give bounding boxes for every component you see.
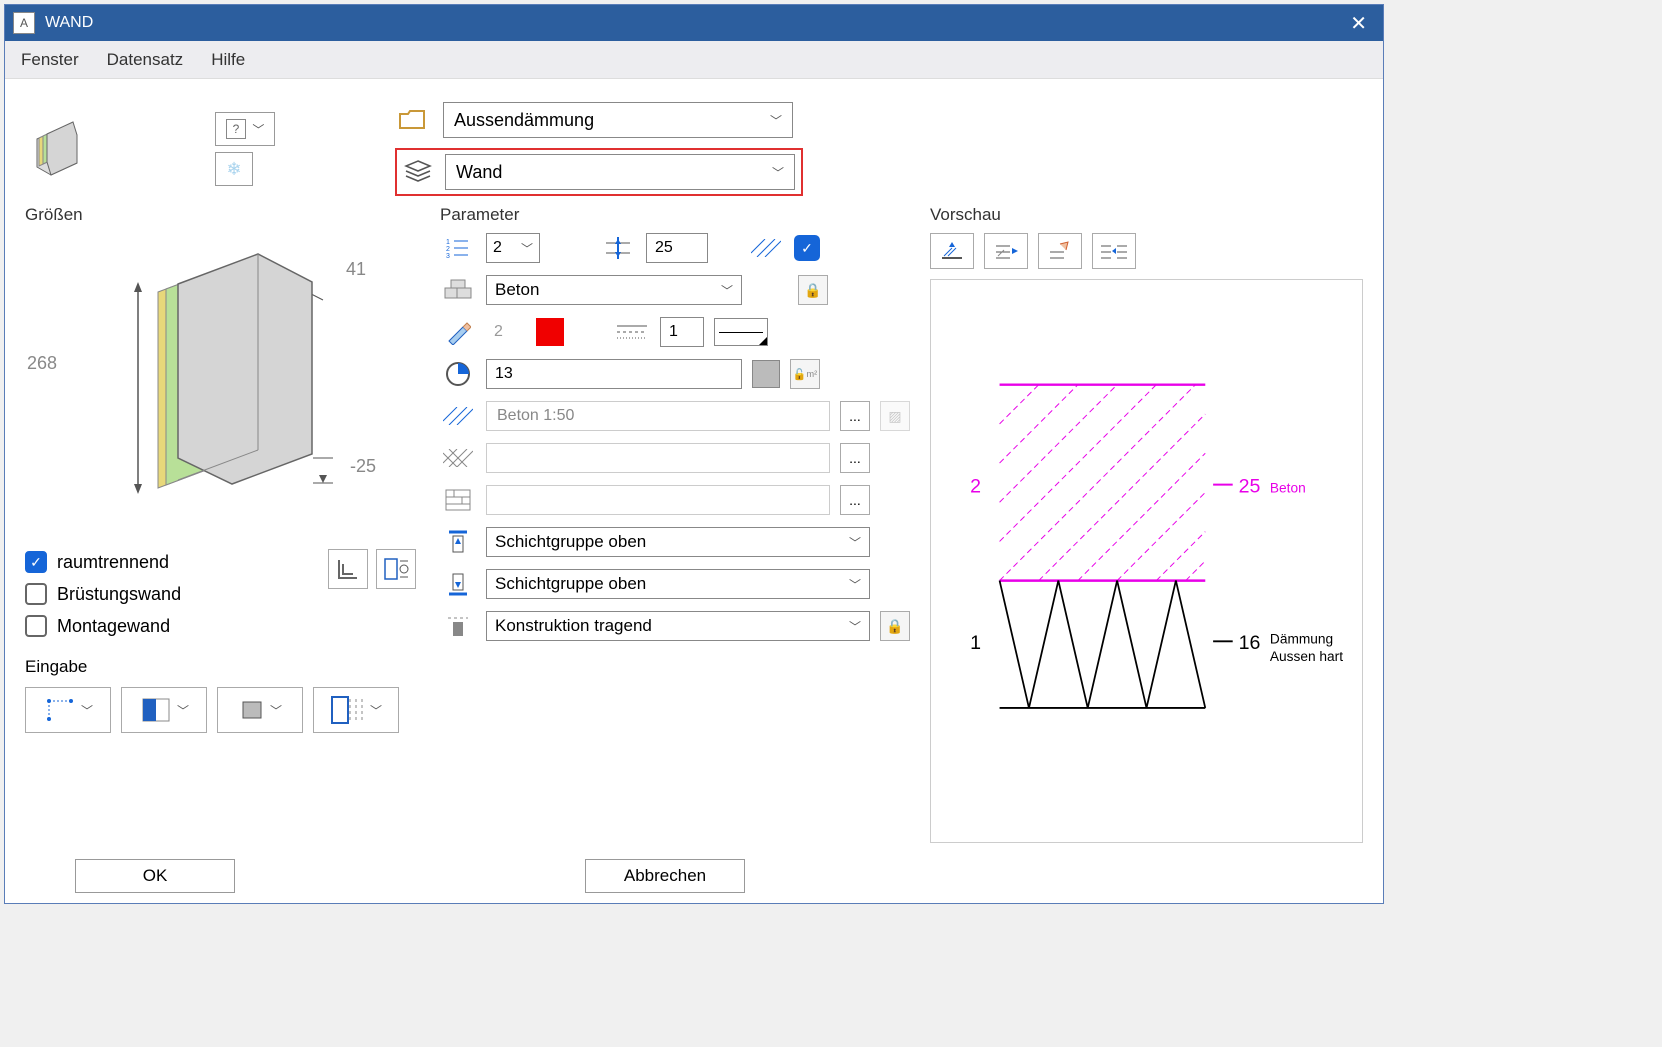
pen-icon (440, 317, 476, 347)
preview-layer2-material: Beton (1270, 480, 1306, 495)
catalog-selector[interactable]: Aussendämmung ﹀ (443, 102, 793, 138)
parameter-panel: Parameter 123 2﹀ 25 ✓ Beton﹀ 🔒 2 (440, 205, 910, 843)
pattern-icon (440, 485, 476, 515)
hatch1-field[interactable]: Beton 1:50 (486, 401, 830, 431)
group-top-select[interactable]: Schichtgruppe oben﹀ (486, 527, 870, 557)
input-mode-points[interactable]: ﹀ (25, 687, 111, 733)
input-mode-axis[interactable]: ﹀ (121, 687, 207, 733)
pattern-field[interactable] (486, 485, 830, 515)
preview-layer2-num: 2 (970, 475, 981, 497)
sizes-panel: Größen 268 41 -25 (25, 205, 420, 843)
group-bottom-select[interactable]: Schichtgruppe oben﹀ (486, 569, 870, 599)
preview-title: Vorschau (930, 205, 1363, 225)
lineweight-icon (614, 317, 650, 347)
app-icon: A (13, 12, 35, 34)
hatch-enable-checkbox[interactable]: ✓ (794, 235, 820, 261)
preview-layer1-material-l1: Dämmung (1270, 631, 1333, 646)
hatch2-field[interactable] (486, 443, 830, 473)
titlebar: A WAND ✕ (5, 5, 1383, 41)
dim-top: 41 (346, 259, 366, 280)
hatch-enable-icon (748, 233, 784, 263)
catalog-value: Aussendämmung (454, 110, 594, 131)
thickness-icon (600, 233, 636, 263)
preview-panel: Vorschau (930, 205, 1363, 843)
check-parapet[interactable] (25, 583, 47, 605)
pen-number: 2 (486, 317, 526, 347)
construction-lock[interactable]: 🔒 (880, 611, 910, 641)
svg-text:1: 1 (446, 239, 450, 246)
parameter-title: Parameter (440, 205, 910, 225)
label-parapet: Brüstungswand (57, 584, 181, 605)
favorites-dropdown[interactable]: ? ﹀ (215, 112, 275, 146)
group-top-icon (440, 527, 476, 557)
construction-icon (440, 611, 476, 641)
preview-mode-2[interactable] (984, 233, 1028, 269)
input-mode-fill[interactable]: ﹀ (217, 687, 303, 733)
element-value: Wand (456, 162, 502, 183)
lineweight-input[interactable]: 1 (660, 317, 704, 347)
dimension-mode-button[interactable] (376, 549, 416, 589)
hatch1-icon (440, 401, 476, 431)
check-mounting[interactable] (25, 615, 47, 637)
material-lock[interactable]: 🔒 (798, 275, 828, 305)
label-room-separating: raumtrennend (57, 552, 169, 573)
ok-button[interactable]: OK (75, 859, 235, 893)
menu-bar: Fenster Datensatz Hilfe (5, 41, 1383, 79)
input-mode-sections[interactable]: ﹀ (313, 687, 399, 733)
preview-canvas: 2 25 Beton 1 16 Dämmung Aussen hart (930, 279, 1363, 843)
wall-type-icon (29, 121, 85, 177)
svg-text:2: 2 (446, 246, 450, 253)
construction-select[interactable]: Konstruktion tragend﹀ (486, 611, 870, 641)
preview-layer1-thickness: 16 (1239, 632, 1261, 654)
input-title: Eingabe (25, 657, 420, 677)
preview-mode-3[interactable] (1038, 233, 1082, 269)
top-toolbar: ? ﹀ ❄ Aussendämmung ﹀ (29, 99, 1359, 199)
cancel-button[interactable]: Abbrechen (585, 859, 745, 893)
thickness-input[interactable]: 25 (646, 233, 708, 263)
label-mounting: Montagewand (57, 616, 170, 637)
preview-mode-4[interactable] (1092, 233, 1136, 269)
layer-count-icon: 123 (440, 233, 476, 263)
preview-layer2-thickness: 25 (1239, 475, 1261, 497)
fill-input[interactable]: 13 (486, 359, 742, 389)
preview-mode-1[interactable] (930, 233, 974, 269)
pen-color-swatch[interactable] (536, 318, 564, 346)
menu-datensatz[interactable]: Datensatz (107, 50, 184, 70)
close-button[interactable]: ✕ (1342, 11, 1375, 36)
menu-hilfe[interactable]: Hilfe (211, 50, 245, 70)
folder-icon (395, 102, 431, 138)
dim-bottom: -25 (350, 456, 376, 477)
size-diagram: 268 41 -25 (25, 233, 420, 533)
layer-count-select[interactable]: 2﹀ (486, 233, 540, 263)
element-selector[interactable]: Wand ﹀ (445, 154, 795, 190)
fill-icon (440, 359, 476, 389)
dim-height: 268 (27, 353, 57, 374)
svg-text:3: 3 (446, 253, 450, 260)
hatch-disabled-icon: ▨ (880, 401, 910, 431)
area-unit-button[interactable]: 🔓m² (790, 359, 820, 389)
hatch2-icon (440, 443, 476, 473)
group-bottom-icon (440, 569, 476, 599)
hatch2-browse[interactable]: ... (840, 443, 870, 473)
check-room-separating[interactable]: ✓ (25, 551, 47, 573)
layers-icon (403, 159, 433, 185)
dialog-window: A WAND ✕ Fenster Datensatz Hilfe ? ﹀ ❄ (4, 4, 1384, 904)
corner-mode-button[interactable] (328, 549, 368, 589)
hatch1-browse[interactable]: ... (840, 401, 870, 431)
fill-color-swatch[interactable] (752, 360, 780, 388)
window-title: WAND (45, 14, 1342, 32)
freeze-button[interactable]: ❄ (215, 152, 253, 186)
linetype-select[interactable] (714, 318, 768, 346)
preview-layer1-num: 1 (970, 632, 981, 654)
element-selector-highlight: Wand ﹀ (395, 148, 803, 196)
menu-fenster[interactable]: Fenster (21, 50, 79, 70)
preview-layer1-material-l2: Aussen hart (1270, 649, 1343, 664)
material-select[interactable]: Beton﹀ (486, 275, 742, 305)
material-icon (440, 275, 476, 305)
pattern-browse[interactable]: ... (840, 485, 870, 515)
sizes-title: Größen (25, 205, 420, 225)
